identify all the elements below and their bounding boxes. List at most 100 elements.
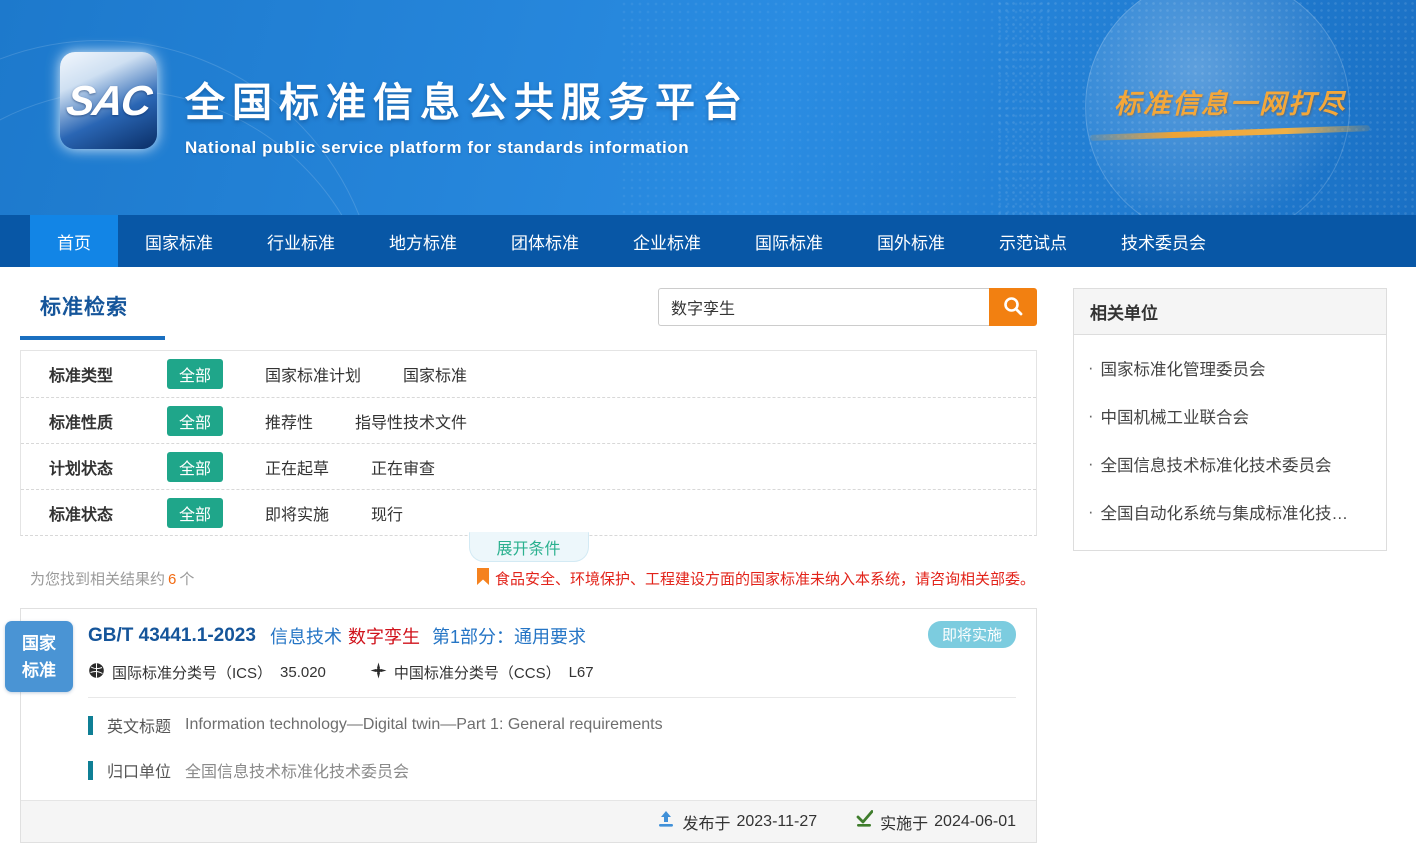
bullet: · [1088, 359, 1094, 378]
filter-option[interactable]: 现行 [371, 501, 403, 525]
notice-text: 食品安全、环境保护、工程建设方面的国家标准未纳入本系统，请咨询相关部委。 [495, 568, 1035, 589]
implemented-date-item: 实施于 2024-06-01 [855, 810, 1016, 834]
filter-label: 标准状态 [49, 501, 141, 525]
search-section: 标准检索 [20, 267, 1037, 340]
search-button[interactable] [989, 288, 1037, 326]
ics-label: 国际标准分类号（ICS） [112, 662, 272, 683]
english-title-label: 英文标题 [107, 713, 171, 737]
standard-title-highlight[interactable]: 数字孪生 [348, 623, 420, 649]
filter-option[interactable]: 正在起草 [265, 455, 329, 479]
nav-item-industry-standards[interactable]: 行业标准 [240, 215, 362, 267]
related-units-list: · 国家标准化管理委员会 · 中国机械工业联合会 ·全国信息技术标准化技术委员会 ·… [1074, 335, 1386, 550]
standard-title[interactable]: GB/T 43441.1-2023 信息技术 数字孪生 第1部分：通用要求 [88, 623, 1016, 649]
nav-item-enterprise-standards[interactable]: 企业标准 [606, 215, 728, 267]
bullet: · [1088, 407, 1094, 426]
filter-all-badge[interactable]: 全部 [167, 406, 223, 436]
filter-option[interactable]: 推荐性 [265, 409, 313, 433]
dept-value[interactable]: 全国信息技术标准化技术委员会 [185, 758, 409, 782]
type-badge-line1: 国家 [5, 630, 73, 657]
results-summary-prefix: 为您找到相关结果约 [30, 571, 165, 588]
card-footer: 发布于 2023-11-27 实施于 2024-06-01 [21, 800, 1036, 842]
classification-row: 国际标准分类号（ICS） 35.020 中国标准分类号（CCS） L67 [88, 662, 1016, 683]
filter-option[interactable]: 国家标准 [403, 362, 467, 386]
dept-row: 归口单位 全国信息技术标准化技术委员会 [88, 758, 1016, 782]
main-column: 标准检索 标准类型 全部 国家标准计划 [20, 267, 1037, 843]
published-date-item: 发布于 2023-11-27 [657, 810, 817, 834]
filter-option[interactable]: 指导性技术文件 [355, 409, 467, 433]
result-card: 国家 标准 即将实施 GB/T 43441.1-2023 信息技术 数字孪生 第… [20, 608, 1037, 843]
filter-all-badge[interactable]: 全部 [167, 452, 223, 482]
filter-row-plan-status: 计划状态 全部 正在起草 正在审查 [21, 443, 1036, 489]
english-title-row: 英文标题 Information technology—Digital twin… [88, 713, 1016, 737]
search-icon [1002, 295, 1024, 320]
related-unit-label: 全国信息技术标准化技术委员会 [1101, 452, 1332, 476]
teal-bar [88, 716, 93, 735]
search-input[interactable] [658, 288, 989, 326]
header-slogan: 标准信息一网打尽 [1090, 82, 1370, 136]
results-count: 6 [168, 571, 176, 588]
nav-item-foreign-standards[interactable]: 国外标准 [850, 215, 972, 267]
filter-label: 标准性质 [49, 409, 141, 433]
filter-all-badge[interactable]: 全部 [167, 498, 223, 528]
nav-item-technical-committees[interactable]: 技术委员会 [1094, 215, 1233, 267]
nav-item-international-standards[interactable]: 国际标准 [728, 215, 850, 267]
section-title-block: 标准检索 [20, 291, 165, 340]
slogan-text: 标准信息一网打尽 [1090, 82, 1370, 121]
related-unit-label: 国家标准化管理委员会 [1101, 356, 1266, 380]
filter-label: 计划状态 [49, 455, 141, 479]
nav-item-group-standards[interactable]: 团体标准 [484, 215, 606, 267]
ccs-value: L67 [569, 664, 594, 681]
related-units-panel: 相关单位 · 国家标准化管理委员会 · 中国机械工业联合会 ·全国信息技术标准化技术… [1073, 288, 1387, 551]
filter-option[interactable]: 正在审查 [371, 455, 435, 479]
page: SAC 全国标准信息公共服务平台 National public service… [0, 0, 1416, 843]
sac-logo[interactable]: SAC [60, 52, 157, 149]
filter-row-standard-status: 标准状态 全部 即将实施 现行 [21, 489, 1036, 535]
main-nav: 首页 国家标准 行业标准 地方标准 团体标准 企业标准 国际标准 国外标准 示范… [0, 215, 1416, 267]
filter-label: 标准类型 [49, 362, 141, 386]
nav-item-local-standards[interactable]: 地方标准 [362, 215, 484, 267]
card-separator [88, 697, 1016, 698]
related-unit-label: 中国机械工业联合会 [1101, 404, 1250, 428]
site-subtitle: National public service platform for sta… [185, 138, 749, 158]
results-summary: 为您找到相关结果约6个 [30, 568, 194, 589]
related-unit-link[interactable]: ·全国信息技术标准化技术委员会 [1074, 440, 1386, 488]
compass-icon [370, 662, 394, 683]
implemented-label: 实施于 [880, 810, 928, 834]
related-unit-link[interactable]: · 中国机械工业联合会 [1074, 392, 1386, 440]
implemented-date: 2024-06-01 [934, 813, 1016, 831]
results-notice: 食品安全、环境保护、工程建设方面的国家标准未纳入本系统，请咨询相关部委。 [477, 568, 1035, 589]
filter-row-standard-nature: 标准性质 全部 推荐性 指导性技术文件 [21, 397, 1036, 443]
ccs-label: 中国标准分类号（CCS） [394, 662, 561, 683]
related-unit-link[interactable]: ·全国自动化系统与集成标准化技… [1074, 488, 1386, 536]
filter-option[interactable]: 国家标准计划 [265, 362, 361, 386]
expand-conditions-button[interactable]: 展开条件 [468, 532, 588, 562]
card-body: GB/T 43441.1-2023 信息技术 数字孪生 第1部分：通用要求 国际… [21, 609, 1036, 782]
status-badge: 即将实施 [928, 621, 1016, 648]
nav-item-national-standards[interactable]: 国家标准 [118, 215, 240, 267]
standard-title-part1[interactable]: 信息技术 [270, 623, 342, 649]
results-row: 为您找到相关结果约6个 食品安全、环境保护、工程建设方面的国家标准未纳入本系统，… [20, 568, 1037, 589]
related-unit-link[interactable]: · 国家标准化管理委员会 [1074, 344, 1386, 392]
ics-item: 国际标准分类号（ICS） 35.020 [88, 662, 326, 683]
header-titles: 全国标准信息公共服务平台 National public service pla… [185, 70, 749, 158]
nav-item-pilot-demonstration[interactable]: 示范试点 [972, 215, 1094, 267]
filter-row-standard-type: 标准类型 全部 国家标准计划 国家标准 [21, 351, 1036, 397]
english-title-value: Information technology—Digital twin—Part… [185, 716, 663, 734]
section-title: 标准检索 [40, 291, 165, 321]
site-title: 全国标准信息公共服务平台 [185, 70, 749, 128]
related-units-title: 相关单位 [1074, 289, 1386, 335]
content: 标准检索 标准类型 全部 国家标准计划 [0, 267, 1416, 843]
site-header: SAC 全国标准信息公共服务平台 National public service… [0, 0, 1416, 215]
results-summary-suffix: 个 [179, 571, 194, 588]
standard-code[interactable]: GB/T 43441.1-2023 [88, 625, 256, 647]
ccs-item: 中国标准分类号（CCS） L67 [370, 662, 594, 683]
filter-all-badge[interactable]: 全部 [167, 359, 223, 389]
standard-title-part2[interactable]: 第1部分：通用要求 [432, 623, 586, 649]
filter-box: 标准类型 全部 国家标准计划 国家标准 标准性质 全部 推荐性 指导性技术文件 … [20, 350, 1037, 536]
nav-item-home[interactable]: 首页 [30, 215, 118, 267]
filter-option[interactable]: 即将实施 [265, 501, 329, 525]
published-date: 2023-11-27 [736, 813, 817, 831]
related-unit-label: 全国自动化系统与集成标准化技… [1101, 500, 1349, 524]
teal-bar [88, 761, 93, 780]
published-label: 发布于 [682, 810, 730, 834]
